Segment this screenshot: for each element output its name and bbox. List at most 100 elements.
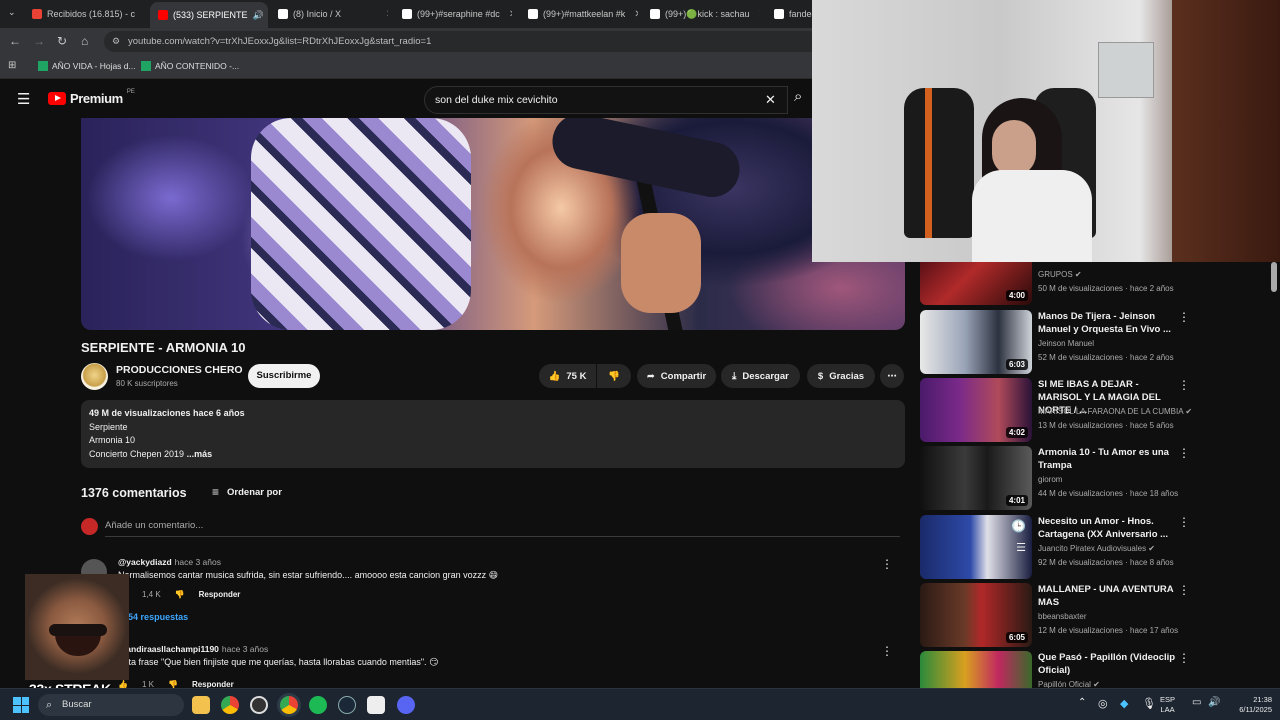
channel-name[interactable]: MARISOL LA FARAONA DE LA CUMBIA	[1038, 407, 1183, 416]
tab-tiktok-2[interactable]: (99+)#mattkeelan #k ✕	[528, 4, 638, 24]
system-clock[interactable]: 21:38 6/11/2025	[1228, 695, 1272, 715]
back-icon[interactable]: ←	[9, 34, 21, 48]
reply-button[interactable]: Responder	[199, 590, 241, 599]
url-bar[interactable]: ⚙ youtube.com/watch?v=trXhJEoxxJg&list=R…	[104, 31, 824, 52]
tray-mic-icon[interactable]: 🎙	[1142, 697, 1156, 710]
app-icon[interactable]	[367, 696, 385, 714]
related-video[interactable]: Que Pasó - Papillón (Videoclip Oficial) …	[920, 651, 1270, 688]
home-icon[interactable]: ⌂	[81, 34, 88, 48]
tab-tiktok-4[interactable]: fanded	[774, 4, 814, 24]
watch-later-icon[interactable]: 🕒	[1011, 519, 1026, 533]
video-thumbnail[interactable]: 4:02	[920, 378, 1032, 442]
input-language[interactable]: ESP LAA	[1160, 695, 1175, 715]
tab-tiktok-1[interactable]: (99+)#seraphine #dc ✕	[402, 4, 512, 24]
channel-name[interactable]: giorom	[1038, 475, 1062, 484]
related-video[interactable]: 6:03 Manos De Tijera - Jeinson Manuel y …	[920, 310, 1270, 374]
close-tab-icon[interactable]: ✕	[509, 9, 512, 20]
tab-gmail[interactable]: Recibidos (16.815) - c	[32, 4, 150, 24]
search-input[interactable]: son del duke mix cevichito ✕	[424, 86, 788, 114]
dislike-button[interactable]: 👎	[597, 364, 631, 388]
spotify-icon[interactable]	[309, 696, 327, 714]
discord-icon[interactable]	[397, 696, 415, 714]
sort-comments-button[interactable]: ≡ Ordenar por	[212, 485, 282, 499]
tray-volume-icon[interactable]: 🔊	[1208, 697, 1220, 708]
tray-chevron-icon[interactable]: ⌃	[1078, 697, 1086, 708]
close-tab-icon[interactable]: ✕	[634, 9, 638, 20]
video-title[interactable]: Necesito un Amor - Hnos. Cartagena (XX A…	[1038, 515, 1178, 541]
video-title[interactable]: Armonia 10 - Tu Amor es una Trampa	[1038, 446, 1178, 472]
search-icon[interactable]: ⌕	[794, 88, 802, 105]
video-menu-icon[interactable]: ⋮	[1178, 515, 1190, 529]
close-tab-icon[interactable]: ✕	[759, 9, 761, 20]
add-comment-input[interactable]: Añade un comentario...	[105, 520, 900, 537]
related-video[interactable]: 4:00 GRUPOS ✔ 50 M de visualizaciones · …	[920, 262, 1270, 305]
video-thumbnail[interactable]: 🕒 ☰	[920, 515, 1032, 579]
channel-name[interactable]: Juancito Piratex Audiovisuales	[1038, 544, 1146, 553]
bookmark-ano-vida[interactable]: AÑO VIDA - Hojas d...	[38, 61, 136, 71]
comment-username[interactable]: @yackydiazd	[118, 557, 172, 567]
channel-name[interactable]: Jeinson Manuel	[1038, 339, 1094, 348]
comment-menu-icon[interactable]: ⋮	[881, 644, 893, 658]
related-video[interactable]: 6:05 MALLANEP - UNA AVENTURA MAS bbeansb…	[920, 583, 1270, 647]
video-menu-icon[interactable]: ⋮	[1178, 446, 1190, 460]
tray-network-icon[interactable]: ◆	[1120, 697, 1128, 710]
tab-x[interactable]: (8) Inicio / X ✕	[278, 4, 388, 24]
video-menu-icon[interactable]: ⋮	[1178, 651, 1190, 665]
apps-grid-icon[interactable]: ⊞	[8, 60, 16, 71]
share-button[interactable]: ➦ Compartir	[637, 364, 716, 388]
tab-tiktok-3[interactable]: (99+)🟢kick : sachau ✕	[650, 4, 760, 24]
subscribe-button[interactable]: Suscribirme	[248, 364, 320, 388]
tray-display-icon[interactable]: ▭	[1192, 697, 1201, 708]
video-thumbnail[interactable]: 6:05	[920, 583, 1032, 647]
tab-youtube-active[interactable]: (533) SERPIENTE 🔊 ✕	[150, 2, 268, 28]
video-title[interactable]: MALLANEP - UNA AVENTURA MAS	[1038, 583, 1178, 609]
video-title[interactable]: Que Pasó - Papillón (Videoclip Oficial)	[1038, 651, 1178, 677]
thanks-button[interactable]: $ Gracias	[807, 364, 875, 388]
bookmark-ano-contenido[interactable]: AÑO CONTENIDO -...	[141, 61, 239, 71]
youtube-play-icon	[48, 92, 66, 105]
file-explorer-icon[interactable]	[192, 696, 210, 714]
video-thumbnail[interactable]: 4:01	[920, 446, 1032, 510]
hamburger-menu-icon[interactable]: ☰	[17, 90, 30, 108]
tab-search-chevron-icon[interactable]: ⌄	[8, 7, 16, 18]
channel-avatar[interactable]	[81, 363, 108, 390]
windows-start-icon[interactable]	[13, 697, 29, 713]
like-button[interactable]: 👍 75 K	[539, 364, 596, 388]
reload-icon[interactable]: ↻	[57, 34, 67, 48]
taskbar-search[interactable]: ⌕ Buscar	[38, 694, 184, 716]
show-more-link[interactable]: ...más	[187, 449, 213, 459]
close-tab-icon[interactable]: ✕	[386, 9, 388, 20]
video-menu-icon[interactable]: ⋮	[1178, 583, 1190, 597]
more-actions-button[interactable]: ⋯	[880, 364, 904, 388]
video-menu-icon[interactable]: ⋮	[1178, 310, 1190, 324]
tray-app-icon[interactable]: ◎	[1098, 697, 1108, 710]
forward-icon[interactable]: →	[33, 34, 45, 48]
add-to-queue-icon[interactable]: ☰	[1016, 541, 1026, 554]
chrome-icon[interactable]	[221, 696, 239, 714]
channel-name[interactable]: GRUPOS	[1038, 270, 1073, 279]
video-player[interactable]	[81, 118, 905, 330]
site-info-icon[interactable]: ⚙	[112, 31, 120, 52]
channel-name[interactable]: Papillón Oficial	[1038, 680, 1091, 688]
video-thumbnail[interactable]: 4:00	[920, 262, 1032, 305]
related-video[interactable]: 🕒 ☰ Necesito un Amor - Hnos. Cartagena (…	[920, 515, 1270, 579]
video-menu-icon[interactable]: ⋮	[1178, 378, 1190, 392]
comment-dislike-icon[interactable]: 👎	[175, 590, 185, 599]
youtube-premium-logo[interactable]: Premium PE	[48, 89, 135, 106]
related-video[interactable]: 4:01 Armonia 10 - Tu Amor es una Trampa …	[920, 446, 1270, 510]
video-thumbnail[interactable]	[920, 651, 1032, 688]
download-button[interactable]: ⤓ Descargar	[721, 364, 800, 388]
channel-name[interactable]: PRODUCCIONES CHERO	[116, 364, 243, 376]
obs-icon[interactable]	[250, 696, 268, 714]
sidebar-scrollbar[interactable]	[1271, 262, 1277, 292]
video-title[interactable]: Manos De Tijera - Jeinson Manuel y Orque…	[1038, 310, 1178, 336]
chrome-profile-icon[interactable]	[280, 696, 298, 714]
channel-name[interactable]: bbeansbaxter	[1038, 612, 1086, 621]
video-description[interactable]: 49 M de visualizaciones hace 6 años Serp…	[81, 400, 905, 468]
comment-menu-icon[interactable]: ⋮	[881, 557, 893, 571]
video-thumbnail[interactable]: 6:03	[920, 310, 1032, 374]
related-video[interactable]: 4:02 SI ME IBAS A DEJAR - MARISOL Y LA M…	[920, 378, 1270, 442]
steam-icon[interactable]	[338, 696, 356, 714]
clear-search-icon[interactable]: ✕	[765, 87, 776, 113]
comment-username[interactable]: @andiraasllachampi1190	[118, 644, 219, 654]
